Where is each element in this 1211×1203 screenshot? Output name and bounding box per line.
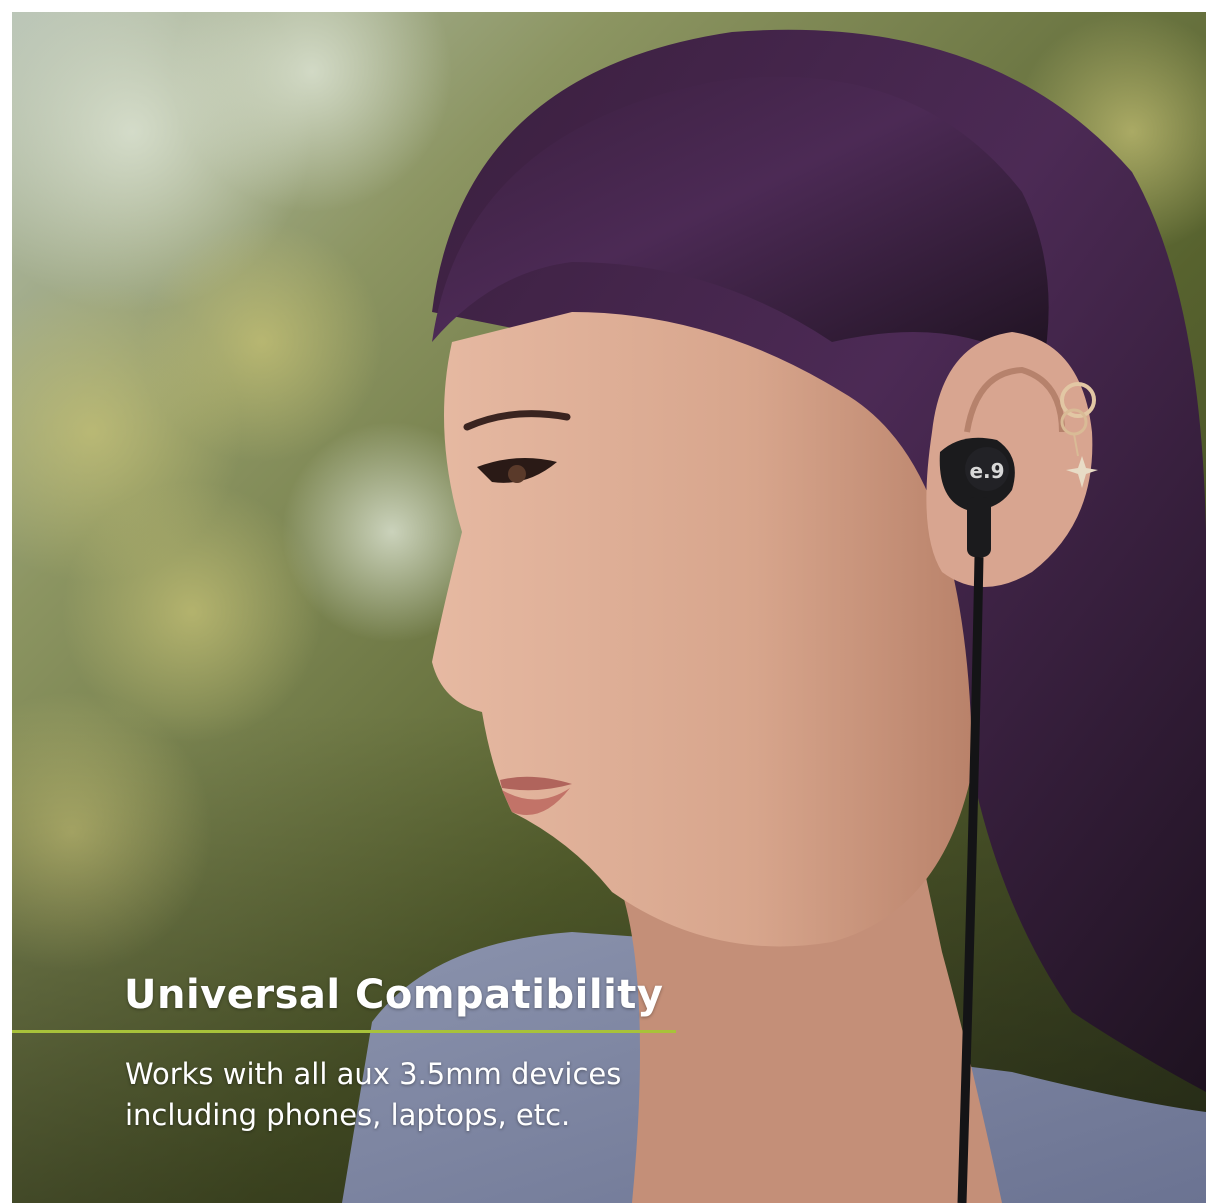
- feature-description-line-1: Works with all aux 3.5mm devices: [125, 1057, 622, 1091]
- lifestyle-photo: e.9: [12, 12, 1206, 1203]
- feature-description-line-2: including phones, laptops, etc.: [125, 1098, 571, 1132]
- earbud-logo: e.9: [969, 459, 1004, 483]
- feature-description: Works with all aux 3.5mm devices includi…: [125, 1054, 705, 1136]
- accent-divider: [12, 1030, 676, 1033]
- product-image-frame: e.9 Universal Compatibility Works with a…: [12, 12, 1206, 1203]
- feature-headline: Universal Compatibility: [124, 972, 664, 1018]
